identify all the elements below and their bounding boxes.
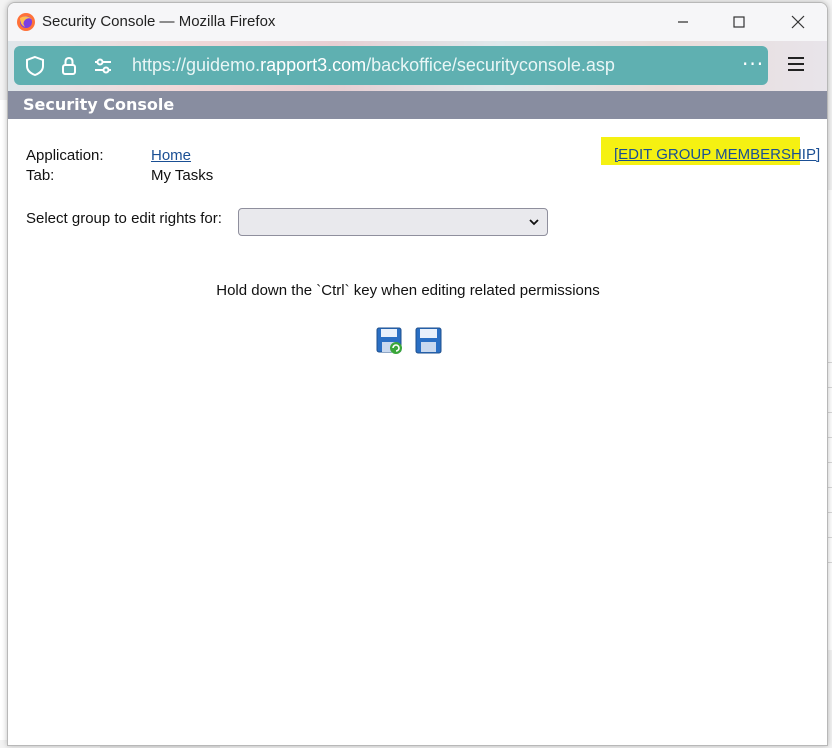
page-title: Security Console [23, 95, 175, 114]
permissions-icon[interactable] [92, 55, 114, 77]
close-icon [791, 15, 805, 29]
close-button[interactable] [778, 9, 818, 35]
tab-label: Tab: [26, 167, 55, 184]
minimize-icon [678, 21, 688, 23]
firefox-icon [17, 13, 35, 31]
toolbar: https://guidemo.rapport3.com/backoffice/… [8, 41, 827, 91]
ctrl-key-hint: Hold down the `Ctrl` key when editing re… [216, 282, 600, 299]
lock-icon[interactable] [58, 55, 80, 77]
page-header: Security Console [8, 91, 827, 119]
url-bar[interactable]: https://guidemo.rapport3.com/backoffice/… [14, 46, 768, 85]
hamburger-menu-icon[interactable] [788, 57, 804, 71]
url-text[interactable]: https://guidemo.rapport3.com/backoffice/… [132, 55, 615, 76]
url-path: /backoffice/securityconsole.asp [366, 55, 615, 75]
popup-window: Security Console — Mozilla Firefox https… [7, 2, 828, 746]
url-domain: rapport3.com [260, 55, 367, 75]
window-title: Security Console — Mozilla Firefox [42, 13, 276, 30]
tab-value: My Tasks [151, 167, 214, 184]
group-select-label: Select group to edit rights for: [26, 210, 222, 227]
minimize-button[interactable] [663, 9, 703, 35]
save-and-refresh-icon[interactable] [376, 327, 404, 355]
edit-group-highlight: [EDIT GROUP MEMBERSHIP] [601, 137, 820, 165]
page-actions-more-icon[interactable]: ··· [742, 52, 764, 76]
url-prefix: https://guidemo. [132, 55, 261, 75]
edit-group-membership-link[interactable]: [EDIT GROUP MEMBERSHIP] [614, 146, 820, 163]
save-icon[interactable] [415, 327, 443, 355]
chevron-down-icon [529, 219, 539, 226]
page-content: Application: Home Tab: My Tasks [EDIT GR… [8, 119, 827, 745]
shield-icon[interactable] [24, 55, 46, 77]
application-label: Application: [26, 147, 104, 164]
maximize-button[interactable] [719, 9, 759, 35]
window-titlebar: Security Console — Mozilla Firefox [8, 3, 827, 41]
group-select-dropdown[interactable] [238, 208, 548, 236]
maximize-icon [733, 16, 745, 28]
application-home-link[interactable]: Home [151, 147, 191, 164]
